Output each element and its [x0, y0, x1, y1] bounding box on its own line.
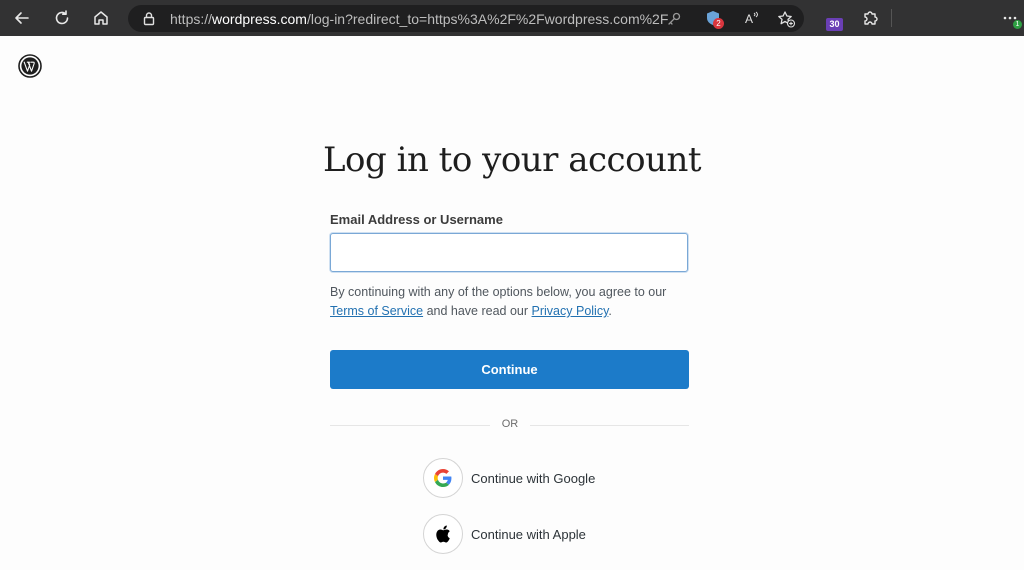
puzzle-icon	[864, 11, 878, 25]
address-bar[interactable]: https://wordpress.com/log-in?redirect_to…	[128, 5, 804, 32]
email-label: Email Address or Username	[330, 212, 503, 227]
settings-more-button[interactable]: 1	[998, 6, 1022, 30]
extension-badge: 2	[713, 18, 724, 29]
continue-label: Continue	[481, 362, 538, 377]
or-divider-left	[330, 425, 490, 426]
lock-icon	[143, 12, 155, 26]
tab-count-badge: 30	[829, 19, 840, 29]
google-icon-circle	[423, 458, 463, 498]
wordpress-logo-icon	[18, 54, 42, 78]
email-field[interactable]	[330, 233, 688, 272]
extension-shield-button[interactable]: 2	[704, 9, 724, 29]
update-badge: 1	[1013, 20, 1022, 29]
terms-middle: and have read our	[426, 304, 529, 318]
read-aloud-button[interactable]: A	[742, 9, 762, 29]
browser-toolbar: https://wordpress.com/log-in?redirect_to…	[0, 0, 1024, 36]
home-button[interactable]	[89, 6, 113, 30]
wordpress-logo[interactable]	[18, 54, 42, 78]
toolbar-divider	[891, 9, 892, 27]
back-arrow-icon	[15, 12, 29, 24]
apple-label: Continue with Apple	[471, 526, 586, 542]
tab-count-button[interactable]: 30	[826, 18, 843, 31]
terms-text: By continuing with any of the options be…	[330, 283, 710, 321]
or-divider-right	[530, 425, 689, 426]
refresh-icon	[55, 10, 69, 25]
apple-icon-circle	[423, 514, 463, 554]
star-add-icon	[778, 11, 796, 28]
terms-prefix: By continuing with any of the options be…	[330, 285, 667, 299]
page-title: Log in to your account	[322, 140, 702, 180]
apple-icon	[436, 525, 450, 543]
svg-text:A: A	[745, 12, 753, 26]
continue-with-apple-button[interactable]: Continue with Apple	[423, 514, 586, 554]
google-icon	[434, 469, 452, 487]
read-aloud-icon: A	[745, 11, 758, 26]
home-icon	[94, 11, 108, 25]
terms-of-service-link[interactable]: Terms of Service	[330, 304, 423, 318]
or-label: OR	[501, 418, 519, 430]
back-button[interactable]	[10, 6, 34, 30]
continue-with-google-button[interactable]: Continue with Google	[423, 458, 595, 498]
refresh-button[interactable]	[50, 6, 74, 30]
key-icon[interactable]	[666, 11, 682, 27]
privacy-policy-link[interactable]: Privacy Policy	[532, 304, 609, 318]
favorite-button[interactable]	[776, 9, 796, 29]
terms-suffix: .	[608, 304, 612, 318]
google-label: Continue with Google	[471, 470, 596, 486]
url-text: https://wordpress.com/log-in?redirect_to…	[170, 11, 669, 27]
continue-button[interactable]: Continue	[330, 350, 689, 389]
extensions-button[interactable]	[858, 6, 882, 30]
